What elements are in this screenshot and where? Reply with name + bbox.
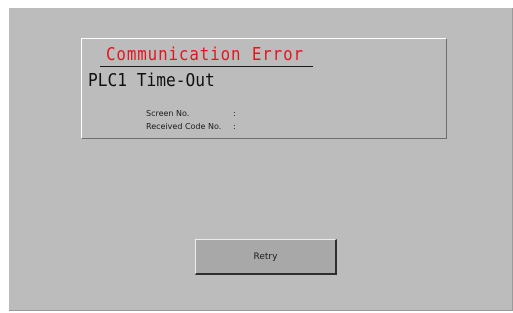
received-code-label: Received Code No.	[146, 122, 222, 131]
error-title: Communication Error	[106, 44, 304, 65]
hmi-screen: Communication Error PLC1 Time-Out Screen…	[9, 8, 513, 311]
received-code-row: Received Code No.:	[146, 122, 236, 132]
received-code-value: :	[233, 122, 236, 131]
error-message: PLC1 Time-Out	[88, 70, 215, 91]
screen-number-label: Screen No.	[146, 109, 190, 118]
screen-number-value: :	[233, 109, 236, 118]
screen-number-row: Screen No.:	[146, 109, 236, 119]
retry-button-label: Retry	[253, 251, 278, 262]
title-underline	[100, 66, 313, 67]
retry-button[interactable]: Retry	[195, 239, 337, 275]
communication-error-panel: Communication Error PLC1 Time-Out Screen…	[81, 38, 447, 139]
